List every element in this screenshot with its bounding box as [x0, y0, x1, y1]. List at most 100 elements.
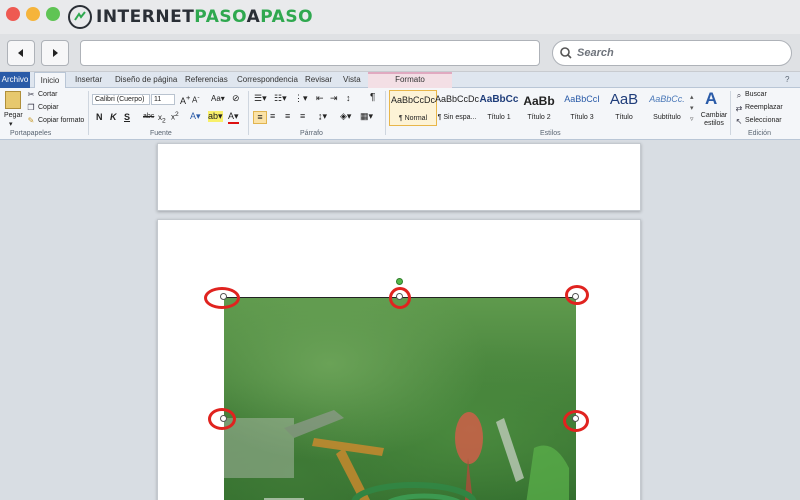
- sort-icon[interactable]: ↕: [346, 93, 351, 103]
- change-styles-icon: A: [705, 89, 718, 108]
- inserted-image[interactable]: [224, 297, 576, 500]
- close-window-button[interactable]: [6, 7, 20, 21]
- style-sample: AaBbCcDc: [390, 95, 435, 105]
- group-label-clipboard: Portapapeles: [10, 130, 52, 137]
- document-area: [0, 140, 800, 500]
- browser-navbar: Search: [0, 34, 800, 72]
- tab-inicio[interactable]: Inicio: [34, 72, 66, 88]
- bullets-icon[interactable]: ☰▾: [254, 93, 267, 104]
- italic-icon[interactable]: K: [110, 112, 117, 122]
- rotate-handle[interactable]: [396, 278, 403, 285]
- copy-icon: ❐: [27, 103, 35, 112]
- style-name: ¶ Normal: [398, 115, 428, 122]
- show-marks-icon[interactable]: ¶: [370, 92, 375, 103]
- style-heading-3[interactable]: AaBbCcI Título 3: [558, 90, 606, 126]
- minimize-window-button[interactable]: [26, 7, 40, 21]
- subscript-icon[interactable]: x2: [158, 113, 166, 125]
- tab-formato[interactable]: Formato: [368, 72, 452, 88]
- highlight-ring: [563, 410, 589, 432]
- group-label-styles: Estilos: [540, 130, 561, 137]
- address-bar[interactable]: [80, 40, 540, 66]
- numbering-icon[interactable]: ☷▾: [274, 93, 287, 104]
- grow-font-icon[interactable]: A+: [180, 93, 190, 106]
- select-icon: ↖: [735, 117, 743, 126]
- increase-indent-icon[interactable]: ⇥: [330, 93, 338, 104]
- change-case-icon[interactable]: Aa▾: [211, 94, 225, 103]
- justify-icon[interactable]: ≡: [300, 111, 305, 121]
- style-sample: AaBbCc.: [649, 94, 685, 104]
- style-sample: AaB: [609, 91, 639, 108]
- tab-insertar[interactable]: Insertar: [75, 72, 102, 88]
- underline-icon[interactable]: S: [124, 112, 130, 122]
- forward-button[interactable]: [41, 40, 69, 66]
- tab-referencias[interactable]: Referencias: [185, 72, 228, 88]
- group-divider: [385, 91, 386, 135]
- decrease-indent-icon[interactable]: ⇤: [316, 93, 324, 104]
- paste-button[interactable]: Pegar: [4, 112, 23, 119]
- superscript-icon[interactable]: x2: [171, 111, 179, 122]
- strikethrough-icon[interactable]: abc: [143, 113, 154, 120]
- arrow-right-icon: [53, 49, 58, 57]
- arrow-left-icon: [18, 49, 23, 57]
- tab-archivo[interactable]: Archivo: [0, 72, 30, 88]
- paste-icon[interactable]: [5, 91, 21, 109]
- document-page: [157, 143, 641, 211]
- group-label-paragraph: Párrafo: [300, 130, 323, 137]
- group-label-editing: Edición: [748, 130, 771, 137]
- style-sample: AaBb: [523, 94, 555, 108]
- highlight-color-icon[interactable]: ab▾: [208, 111, 223, 122]
- style-no-spacing[interactable]: AaBbCcDc ¶ Sin espa...: [433, 90, 481, 126]
- font-family-select[interactable]: Calibri (Cuerpo): [92, 94, 150, 105]
- style-name: ¶ Sin espa...: [437, 114, 477, 121]
- ribbon-tabs: Archivo Inicio Insertar Diseño de página…: [0, 72, 800, 88]
- search-icon: [560, 47, 572, 59]
- align-left-icon[interactable]: ≡: [253, 111, 267, 124]
- search-input[interactable]: Search: [552, 40, 792, 66]
- style-sample: AaBbCcI: [564, 94, 600, 104]
- shading-icon[interactable]: ◈▾: [340, 111, 351, 122]
- align-right-icon[interactable]: ≡: [285, 111, 290, 121]
- maximize-window-button[interactable]: [46, 7, 60, 21]
- brand-wordmark: INTERNETPASOAPASO: [96, 7, 314, 27]
- line-spacing-icon[interactable]: ↨▾: [318, 111, 327, 122]
- scissors-icon: ✂: [27, 90, 35, 99]
- back-button[interactable]: [7, 40, 35, 66]
- paste-dropdown-icon[interactable]: ▾: [9, 120, 13, 128]
- change-styles-button[interactable]: Cambiar estilos: [699, 112, 729, 128]
- find-icon: ⌕: [736, 91, 742, 100]
- styles-scroll-icon[interactable]: ▴ ▾ ▿: [690, 92, 694, 125]
- find-button[interactable]: Buscar: [745, 91, 767, 98]
- align-center-icon[interactable]: ≡: [270, 111, 275, 121]
- style-subtitle[interactable]: AaBbCc. Subtítulo: [643, 90, 691, 126]
- multilevel-list-icon[interactable]: ⋮▾: [294, 93, 308, 104]
- help-icon[interactable]: ?: [785, 72, 789, 88]
- tab-correspondencia[interactable]: Correspondencia: [237, 72, 298, 88]
- text-effects-icon[interactable]: A▾: [190, 111, 201, 122]
- select-button[interactable]: Seleccionar: [745, 117, 782, 124]
- tab-vista[interactable]: Vista: [343, 72, 361, 88]
- copy-button[interactable]: Copiar: [38, 104, 59, 111]
- tab-diseno-pagina[interactable]: Diseño de página: [115, 72, 177, 88]
- font-size-select[interactable]: 11: [151, 94, 175, 105]
- highlight-ring: [565, 285, 589, 305]
- borders-icon[interactable]: ▦▾: [360, 111, 373, 122]
- style-name: Título: [615, 114, 633, 121]
- garden-tools-image: [224, 410, 569, 500]
- clear-format-icon[interactable]: ⊘: [232, 93, 240, 104]
- shrink-font-icon[interactable]: A-: [192, 94, 200, 105]
- style-heading-2[interactable]: AaBb Título 2: [515, 90, 563, 126]
- style-name: Subtítulo: [653, 114, 681, 121]
- tab-revisar[interactable]: Revisar: [305, 72, 332, 88]
- bold-icon[interactable]: N: [96, 112, 103, 122]
- highlight-ring: [389, 287, 411, 309]
- cut-button[interactable]: Cortar: [38, 91, 57, 98]
- highlight-ring: [204, 287, 240, 309]
- group-divider: [88, 91, 89, 135]
- browser-titlebar: INTERNETPASOAPASO: [0, 0, 800, 34]
- style-normal[interactable]: AaBbCcDc ¶ Normal: [389, 90, 437, 126]
- ribbon: Pegar ▾ ✂ Cortar ❐ Copiar ✎ Copiar forma…: [0, 88, 800, 140]
- replace-button[interactable]: Reemplazar: [745, 104, 783, 111]
- format-painter-button[interactable]: Copiar formato: [38, 117, 84, 124]
- style-title[interactable]: AaB Título: [600, 90, 648, 126]
- font-color-icon[interactable]: A▾: [228, 111, 239, 124]
